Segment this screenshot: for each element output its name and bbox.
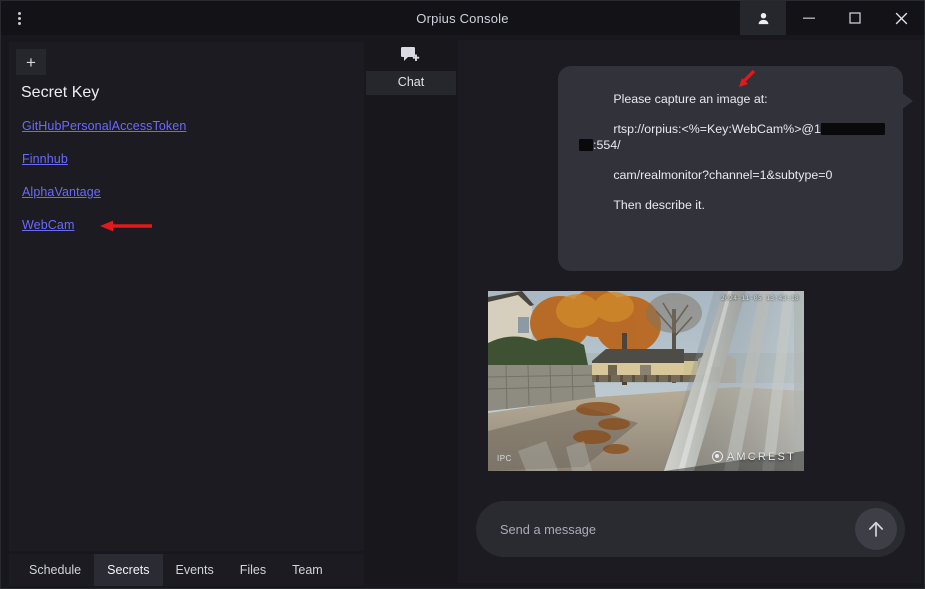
list-item: GitHubPersonalAccessToken [22, 117, 354, 150]
tab-schedule[interactable]: Schedule [16, 554, 94, 586]
message-composer [476, 501, 905, 557]
user-message-bubble: Please capture an image at: rtsp://orpiu… [558, 66, 913, 271]
minimize-icon [803, 17, 815, 19]
snapshot-timestamp: 2024-11-05 13:43:18 [720, 293, 799, 302]
bubble-tail [901, 92, 913, 110]
maximize-icon [849, 12, 861, 24]
account-button[interactable] [740, 1, 786, 35]
arrow-up-icon [868, 521, 884, 537]
person-icon [758, 12, 768, 24]
user-msg-line4: Then describe it. [613, 198, 705, 212]
snapshot-channel-label: IPC [497, 453, 512, 463]
message-input[interactable] [500, 521, 855, 537]
close-icon [895, 12, 907, 24]
snapshot-brand: AMCREST [711, 450, 796, 463]
minimize-button[interactable] [786, 1, 832, 35]
app-window: Orpius Console + Secret Key GitHubPerson… [0, 0, 925, 589]
message-list: Please capture an image at: rtsp://orpiu… [458, 40, 921, 501]
webcam-snapshot[interactable]: 2024-11-05 13:43:18 IPC AMCREST [488, 290, 804, 471]
rail-item-chat[interactable]: Chat [366, 39, 456, 95]
annotation-arrow-left-icon [100, 220, 152, 232]
tab-files[interactable]: Files [227, 554, 279, 586]
user-msg-uri-suffix: :554/ [593, 137, 621, 152]
attachment-image-wrap: 2024-11-05 13:43:18 IPC AMCREST [488, 290, 903, 471]
secrets-heading: Secret Key [21, 84, 100, 101]
rail-icon-wrap [400, 39, 422, 71]
secrets-pane: + Secret Key GitHubPersonalAccessToken F… [1, 35, 366, 588]
new-chat-icon [401, 47, 420, 61]
title-bar: Orpius Console [1, 1, 924, 35]
bottom-tab-bar: Schedule Secrets Events Files Team [9, 554, 364, 586]
user-msg-line3: cam/realmonitor?channel=1&subtype=0 [613, 167, 833, 182]
list-item: Finnhub [22, 150, 354, 183]
secret-link-alphavantage[interactable]: AlphaVantage [22, 185, 101, 199]
annotation-arrow-downleft-icon [739, 70, 756, 87]
user-message-row: Please capture an image at: rtsp://orpiu… [488, 66, 913, 271]
secrets-card: + Secret Key GitHubPersonalAccessToken F… [9, 42, 364, 551]
list-item: AlphaVantage [22, 183, 354, 216]
close-button[interactable] [878, 1, 924, 35]
tab-spacer [9, 554, 16, 586]
secret-link-github[interactable]: GitHubPersonalAccessToken [22, 119, 186, 133]
secret-link-webcam[interactable]: WebCam [22, 218, 74, 232]
add-secret-button[interactable]: + [16, 49, 46, 75]
secret-link-finnhub[interactable]: Finnhub [22, 152, 68, 166]
window-controls [740, 1, 924, 35]
redacted-ip-part1 [820, 123, 885, 136]
secrets-list: GitHubPersonalAccessToken Finnhub AlphaV… [22, 117, 354, 249]
main-body: + Secret Key GitHubPersonalAccessToken F… [1, 35, 924, 588]
amcrest-logo-icon [711, 451, 723, 462]
snapshot-brand-text: AMCREST [726, 450, 796, 463]
user-msg-uri-prefix: rtsp://orpius:<%=Key:WebCam%>@1 [613, 122, 821, 137]
chat-pane: Please capture an image at: rtsp://orpiu… [458, 40, 921, 583]
rail-label-chat: Chat [366, 71, 456, 95]
tab-team[interactable]: Team [279, 554, 336, 586]
list-item: WebCam [22, 216, 354, 249]
maximize-button[interactable] [832, 1, 878, 35]
kebab-menu-icon[interactable] [5, 1, 33, 35]
tab-events[interactable]: Events [163, 554, 227, 586]
redacted-ip-part2 [579, 138, 593, 151]
user-msg-line1: Please capture an image at: [613, 92, 768, 107]
chat-rail: Chat [366, 35, 456, 588]
tab-secrets[interactable]: Secrets [94, 554, 163, 586]
send-button[interactable] [855, 508, 897, 550]
